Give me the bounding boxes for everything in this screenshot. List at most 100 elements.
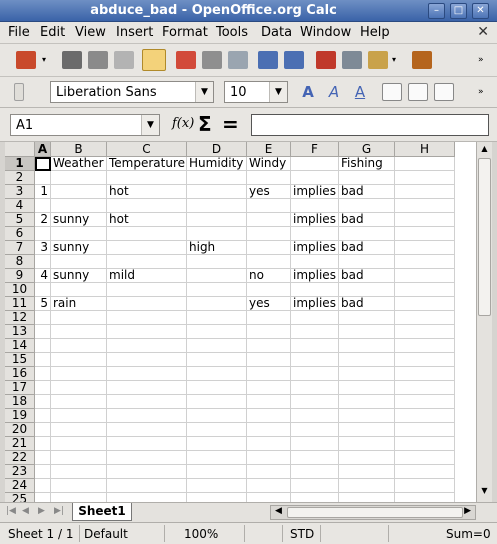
cell-h10[interactable]: [395, 283, 455, 297]
cell-b24[interactable]: [51, 479, 107, 493]
cell-a14[interactable]: [35, 339, 51, 353]
row-header-23[interactable]: 23: [5, 465, 35, 479]
cell-d14[interactable]: [187, 339, 247, 353]
chevron-down-icon[interactable]: ▼: [141, 115, 159, 135]
maximize-button[interactable]: □: [450, 3, 467, 19]
cell-g23[interactable]: [339, 465, 395, 479]
cell-b13[interactable]: [51, 325, 107, 339]
cell-f20[interactable]: [291, 423, 339, 437]
cell-d10[interactable]: [187, 283, 247, 297]
cell-c22[interactable]: [107, 451, 187, 465]
cell-d11[interactable]: [187, 297, 247, 311]
email-icon[interactable]: [114, 51, 134, 69]
row-header-12[interactable]: 12: [5, 311, 35, 325]
cell-c15[interactable]: [107, 353, 187, 367]
chevron-down-icon[interactable]: ▼: [269, 82, 287, 102]
vertical-scroll-thumb[interactable]: [478, 158, 491, 316]
cell-h13[interactable]: [395, 325, 455, 339]
cell-g24[interactable]: [339, 479, 395, 493]
cell-b9[interactable]: sunny: [51, 269, 107, 283]
cell-a6[interactable]: [35, 227, 51, 241]
cell-h9[interactable]: [395, 269, 455, 283]
cell-h1[interactable]: [395, 157, 455, 171]
vertical-scrollbar[interactable]: ▲ ▼: [476, 142, 492, 504]
cell-f21[interactable]: [291, 437, 339, 451]
cell-a9[interactable]: 4: [35, 269, 51, 283]
cell-e1[interactable]: Windy: [247, 157, 291, 171]
row-header-8[interactable]: 8: [5, 255, 35, 269]
column-header-h[interactable]: H: [395, 142, 455, 157]
cell-e13[interactable]: [247, 325, 291, 339]
menu-window[interactable]: Window: [300, 25, 351, 40]
open-icon[interactable]: [62, 51, 82, 69]
cell-b12[interactable]: [51, 311, 107, 325]
close-window-button[interactable]: ✕: [472, 3, 489, 19]
row-header-13[interactable]: 13: [5, 325, 35, 339]
cell-e3[interactable]: yes: [247, 185, 291, 199]
cell-e4[interactable]: [247, 199, 291, 213]
cell-g16[interactable]: [339, 367, 395, 381]
cell-e7[interactable]: [247, 241, 291, 255]
row-header-20[interactable]: 20: [5, 423, 35, 437]
cell-c6[interactable]: [107, 227, 187, 241]
cell-h5[interactable]: [395, 213, 455, 227]
cell-h6[interactable]: [395, 227, 455, 241]
cell-c9[interactable]: mild: [107, 269, 187, 283]
cell-b11[interactable]: rain: [51, 297, 107, 311]
scroll-up-icon[interactable]: ▲: [479, 144, 490, 156]
cell-a25[interactable]: [35, 493, 51, 502]
cell-c25[interactable]: [107, 493, 187, 502]
cell-e14[interactable]: [247, 339, 291, 353]
cell-g13[interactable]: [339, 325, 395, 339]
cell-c11[interactable]: [107, 297, 187, 311]
column-header-d[interactable]: D: [187, 142, 247, 157]
cell-d1[interactable]: Humidity: [187, 157, 247, 171]
column-header-a[interactable]: A: [35, 142, 51, 157]
page-style[interactable]: Default: [84, 527, 128, 541]
cell-g15[interactable]: [339, 353, 395, 367]
menu-view[interactable]: View: [75, 25, 106, 40]
cell-c1[interactable]: Temperature: [107, 157, 187, 171]
cell-g9[interactable]: bad: [339, 269, 395, 283]
row-header-24[interactable]: 24: [5, 479, 35, 493]
cell-f17[interactable]: [291, 381, 339, 395]
cell-c12[interactable]: [107, 311, 187, 325]
cell-b7[interactable]: sunny: [51, 241, 107, 255]
cell-f18[interactable]: [291, 395, 339, 409]
cell-c20[interactable]: [107, 423, 187, 437]
cell-b17[interactable]: [51, 381, 107, 395]
cell-f7[interactable]: implies: [291, 241, 339, 255]
save-icon[interactable]: [88, 51, 108, 69]
cell-d23[interactable]: [187, 465, 247, 479]
active-cell-a1[interactable]: [35, 157, 51, 171]
cell-b8[interactable]: [51, 255, 107, 269]
row-header-25[interactable]: 25: [5, 493, 35, 502]
cell-a4[interactable]: [35, 199, 51, 213]
menu-data[interactable]: Data: [261, 25, 292, 40]
zoom-level[interactable]: 100%: [184, 527, 218, 541]
clone-formatting-icon[interactable]: [412, 51, 432, 69]
cell-b10[interactable]: [51, 283, 107, 297]
new-document-icon[interactable]: [16, 51, 36, 69]
row-header-14[interactable]: 14: [5, 339, 35, 353]
cell-f22[interactable]: [291, 451, 339, 465]
cell-g2[interactable]: [339, 171, 395, 185]
row-header-3[interactable]: 3: [5, 185, 35, 199]
close-document-icon[interactable]: ✕: [477, 24, 489, 40]
cell-c8[interactable]: [107, 255, 187, 269]
menu-format[interactable]: Format: [162, 25, 208, 40]
sum-icon[interactable]: Σ: [198, 112, 212, 136]
cell-e22[interactable]: [247, 451, 291, 465]
cell-c17[interactable]: [107, 381, 187, 395]
column-header-f[interactable]: F: [291, 142, 339, 157]
scroll-down-icon[interactable]: ▼: [479, 486, 490, 498]
menu-insert[interactable]: Insert: [116, 25, 153, 40]
cell-a21[interactable]: [35, 437, 51, 451]
cell-g4[interactable]: [339, 199, 395, 213]
cell-h24[interactable]: [395, 479, 455, 493]
cell-c23[interactable]: [107, 465, 187, 479]
cell-b6[interactable]: [51, 227, 107, 241]
cell-b16[interactable]: [51, 367, 107, 381]
minimize-button[interactable]: –: [428, 3, 445, 19]
name-box[interactable]: A1 ▼: [10, 114, 160, 136]
